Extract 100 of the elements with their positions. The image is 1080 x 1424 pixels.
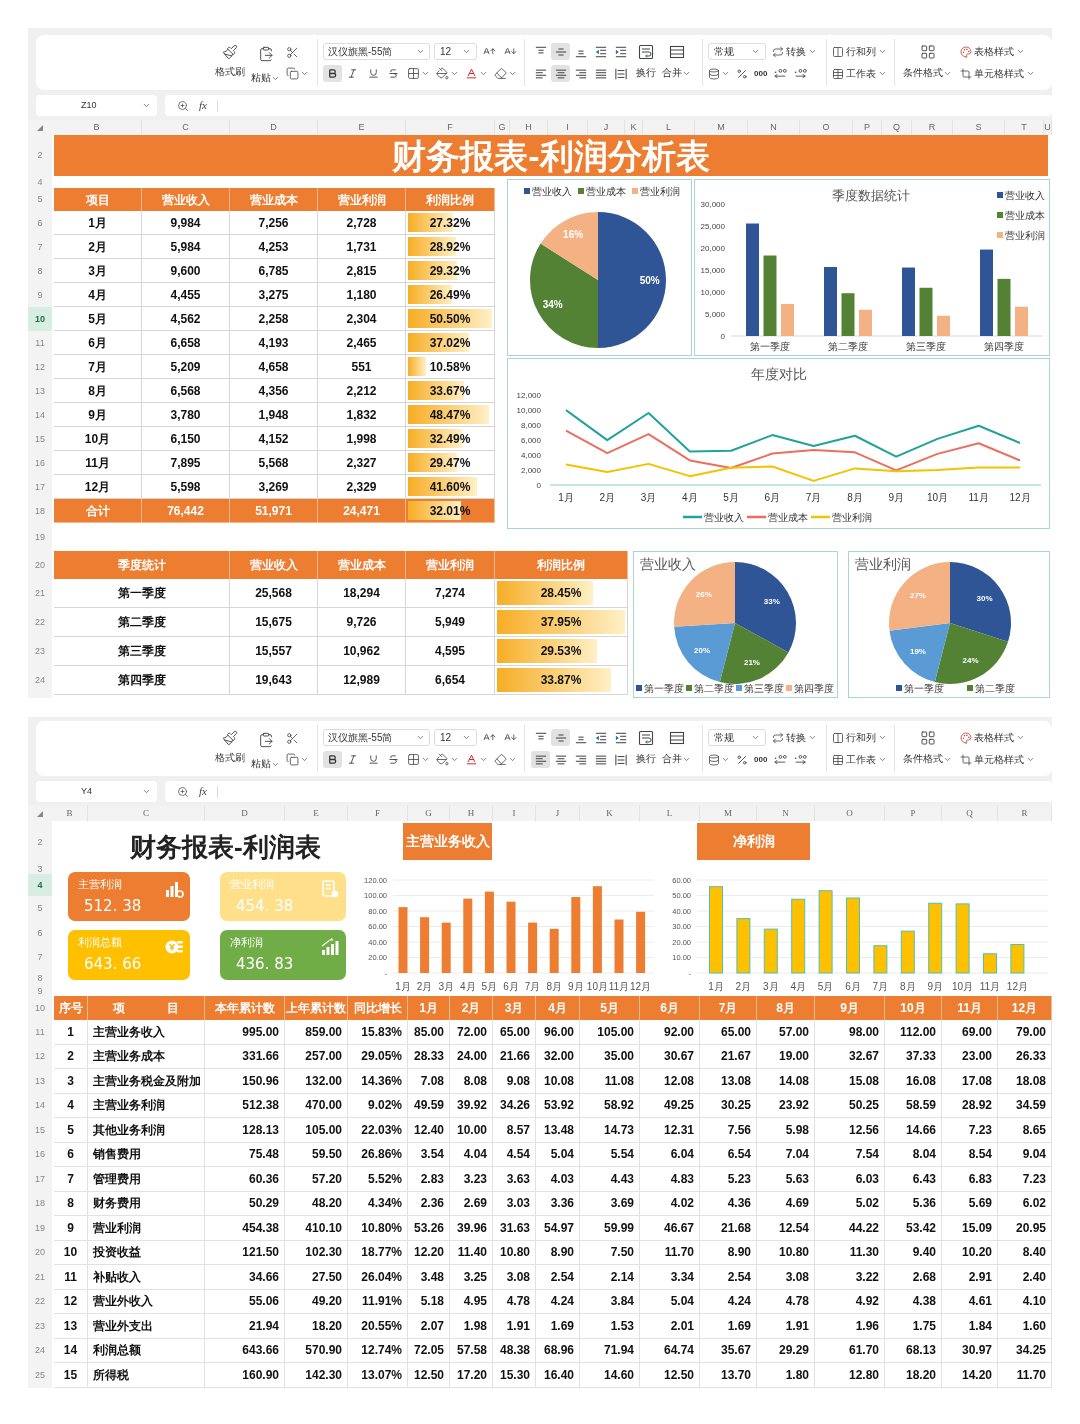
row-header[interactable]: 19 [28, 1216, 52, 1241]
zoom-in-icon[interactable] [177, 99, 189, 112]
paste-button[interactable]: 粘贴 [251, 44, 280, 86]
thousands-separator-button[interactable]: 000 [754, 69, 768, 78]
decrease-decimal-button[interactable] [793, 754, 808, 765]
select-all-icon[interactable] [37, 810, 43, 817]
number-format-dropdown[interactable]: 常规 [708, 43, 766, 60]
copy-button[interactable] [286, 751, 309, 767]
row-header[interactable]: 5 [28, 896, 52, 921]
conditional-format-button[interactable]: 条件格式 [903, 729, 952, 765]
align-middle-button[interactable] [551, 729, 570, 746]
table-style-button[interactable]: 表格样式 [960, 729, 1035, 746]
align-middle-button[interactable] [551, 43, 570, 60]
row-header[interactable]: 21 [28, 579, 52, 608]
row-header[interactable]: 8 [28, 259, 52, 283]
format-painter-button[interactable]: 格式刷 [215, 44, 245, 86]
number-format-dropdown[interactable]: 常规 [708, 729, 766, 746]
row-header[interactable]: 6 [28, 211, 52, 235]
row-header[interactable]: 8 [28, 970, 52, 986]
formula-bar[interactable]: fx [165, 781, 1052, 802]
row-header[interactable]: 16 [28, 451, 52, 475]
row-header[interactable]: 24 [28, 1338, 52, 1363]
row-header[interactable]: 15 [28, 427, 52, 451]
row-header[interactable]: 5 [28, 188, 52, 211]
row-header[interactable]: 20 [28, 551, 52, 579]
copy-button[interactable] [286, 65, 309, 81]
row-header[interactable]: 15 [28, 1118, 52, 1143]
row-header[interactable]: 6 [28, 921, 52, 945]
row-header[interactable]: 10 [28, 307, 52, 331]
bold-button[interactable] [323, 751, 342, 768]
row-header[interactable]: 9 [28, 986, 52, 996]
row-header[interactable]: 18 [28, 499, 52, 523]
row-header[interactable]: 25 [28, 1363, 52, 1388]
row-header[interactable]: 23 [28, 637, 52, 666]
paste-button[interactable]: 粘贴 [251, 730, 280, 772]
decrease-decimal-button[interactable] [793, 68, 808, 79]
wrap-text-button[interactable]: 换行 [636, 43, 656, 79]
row-header[interactable]: 2 [28, 135, 52, 176]
row-header[interactable]: 4 [28, 176, 52, 188]
row-header[interactable]: 18 [28, 1191, 52, 1216]
font-size-dropdown[interactable]: 12 [433, 43, 477, 60]
row-header[interactable]: 9 [28, 283, 52, 307]
format-painter-button[interactable]: 格式刷 [215, 730, 245, 772]
convert-button[interactable]: 转换 [772, 731, 817, 744]
row-header[interactable]: 11 [28, 331, 52, 355]
row-header[interactable]: 3 [28, 864, 52, 874]
worksheet-button[interactable]: 工作表 [832, 751, 889, 768]
cell-style-button[interactable]: 单元格样式 [960, 751, 1035, 768]
row-header[interactable]: 19 [28, 523, 52, 551]
align-left-button[interactable] [531, 751, 550, 768]
row-header[interactable]: 13 [28, 1069, 52, 1094]
row-header[interactable]: 17 [28, 1167, 52, 1192]
row-header[interactable]: 2 [28, 821, 52, 864]
increase-decimal-button[interactable] [773, 754, 788, 765]
wrap-text-button[interactable]: 换行 [636, 729, 656, 765]
row-header[interactable]: 4 [28, 874, 52, 896]
row-header[interactable]: 12 [28, 355, 52, 379]
data-button[interactable] [708, 67, 730, 80]
data-button[interactable] [708, 753, 730, 766]
row-header[interactable]: 24 [28, 666, 52, 695]
row-header[interactable]: 7 [28, 235, 52, 259]
name-box[interactable]: Z10 [36, 95, 157, 116]
percent-button[interactable] [736, 67, 748, 80]
table-style-button[interactable]: 表格样式 [960, 43, 1035, 60]
row-header[interactable]: 23 [28, 1314, 52, 1339]
font-size-dropdown[interactable]: 12 [433, 729, 477, 746]
rows-columns-button[interactable]: 行和列 [832, 43, 889, 60]
rows-columns-button[interactable]: 行和列 [832, 729, 889, 746]
row-header[interactable]: 7 [28, 945, 52, 970]
convert-button[interactable]: 转换 [772, 45, 817, 58]
bold-button[interactable] [323, 65, 342, 82]
conditional-format-button[interactable]: 条件格式 [903, 43, 952, 79]
row-header[interactable]: 16 [28, 1142, 52, 1167]
row-header[interactable]: 13 [28, 379, 52, 403]
row-header[interactable]: 10 [28, 996, 52, 1020]
row-header[interactable]: 14 [28, 403, 52, 427]
cell-style-button[interactable]: 单元格样式 [960, 65, 1035, 82]
align-center-button[interactable] [551, 65, 570, 82]
zoom-in-icon[interactable] [177, 785, 189, 798]
select-all-icon[interactable] [37, 124, 43, 131]
percent-button[interactable] [736, 753, 748, 766]
row-header[interactable]: 12 [28, 1044, 52, 1069]
function-label[interactable]: fx [199, 100, 207, 111]
thousands-separator-button[interactable]: 000 [754, 755, 768, 764]
row-header[interactable]: 22 [28, 1289, 52, 1314]
merge-button[interactable]: 合并 [662, 729, 691, 765]
formula-bar[interactable]: fx [165, 95, 1052, 116]
row-header[interactable]: 17 [28, 475, 52, 499]
worksheet-button[interactable]: 工作表 [832, 65, 889, 82]
row-header[interactable]: 22 [28, 608, 52, 637]
font-name-dropdown[interactable]: 汉仪旗黑-55简 [323, 729, 430, 746]
row-header[interactable]: 14 [28, 1093, 52, 1118]
increase-decimal-button[interactable] [773, 68, 788, 79]
row-header[interactable]: 11 [28, 1020, 52, 1045]
row-header[interactable]: 21 [28, 1265, 52, 1290]
name-box[interactable]: Y4 [36, 781, 157, 802]
function-label[interactable]: fx [199, 786, 207, 797]
font-name-dropdown[interactable]: 汉仪旗黑-55简 [323, 43, 430, 60]
row-header[interactable]: 20 [28, 1240, 52, 1265]
merge-button[interactable]: 合并 [662, 43, 691, 79]
